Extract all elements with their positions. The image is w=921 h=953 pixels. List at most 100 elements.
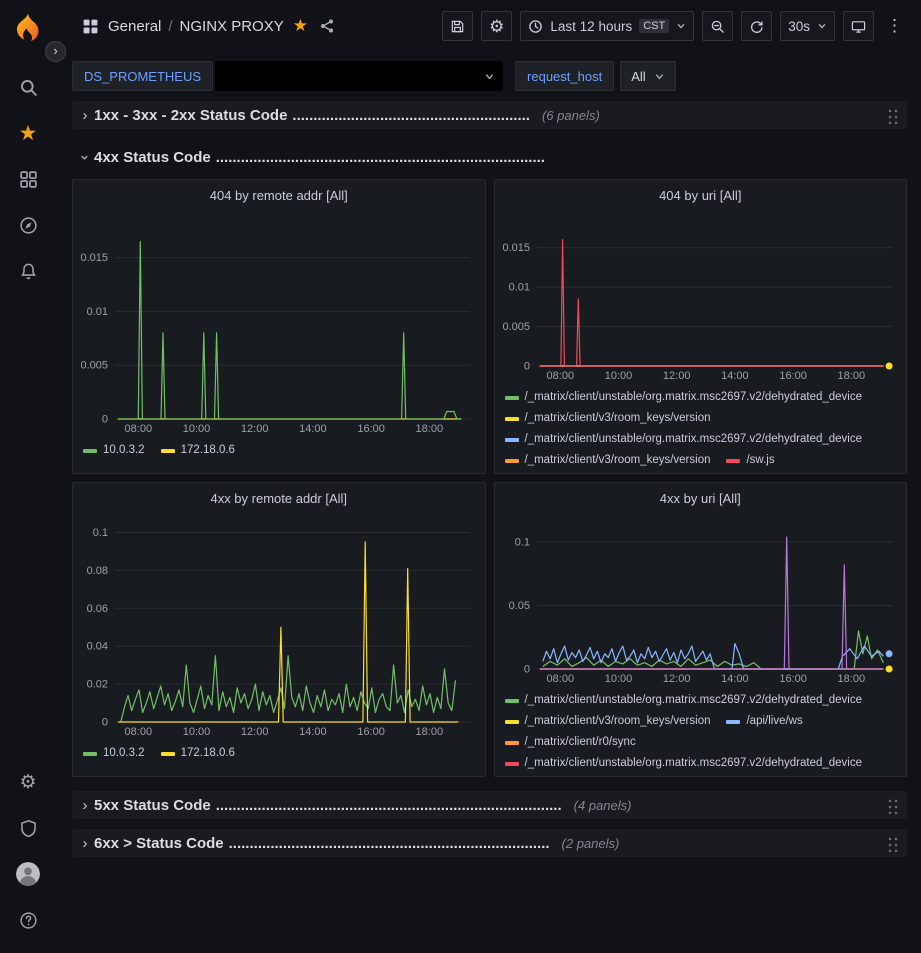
- panel-title[interactable]: 4xx by remote addr [All]: [81, 483, 477, 513]
- server-admin-shield-icon[interactable]: [8, 808, 48, 848]
- favorite-star-icon[interactable]: ★: [293, 16, 308, 36]
- svg-text:0.01: 0.01: [87, 306, 108, 318]
- request-host-variable-label[interactable]: request_host: [515, 61, 614, 91]
- row-panel-count: (4 panels): [574, 798, 632, 813]
- dashboards-icon[interactable]: [8, 159, 48, 199]
- legend-label: /_matrix/client/unstable/org.matrix.msc2…: [525, 432, 863, 447]
- panel-title[interactable]: 404 by uri [All]: [503, 180, 899, 210]
- legend-item[interactable]: /api/live/ws: [726, 714, 802, 729]
- zoom-out-icon: [710, 19, 725, 34]
- drag-handle-icon[interactable]: [886, 835, 899, 852]
- svg-text:16:00: 16:00: [779, 370, 807, 382]
- timeseries-chart[interactable]: 00.020.040.060.080.108:0010:0012:0014:00…: [81, 513, 476, 738]
- legend-item[interactable]: 172.18.0.6: [161, 443, 235, 458]
- request-host-variable-value: All: [631, 69, 645, 84]
- svg-text:14:00: 14:00: [299, 726, 327, 738]
- legend-item[interactable]: /_matrix/client/unstable/org.matrix.msc2…: [505, 390, 863, 405]
- svg-text:08:00: 08:00: [546, 673, 574, 685]
- legend-item[interactable]: 10.0.3.2: [83, 746, 145, 761]
- legend-swatch: [505, 699, 519, 703]
- dashboard-row-5xx[interactable]: › 5xx Status Code ......................…: [72, 791, 907, 819]
- chevron-down-icon: [484, 71, 495, 82]
- dashboard-header: General / NGINX PROXY ★ ⚙ Last 12 hours …: [56, 0, 921, 52]
- legend-label: /sw.js: [746, 453, 774, 468]
- refresh-interval-label: 30s: [788, 19, 810, 34]
- panel-4xx-by-uri: 4xx by uri [All] 00.050.108:0010:0012:00…: [494, 482, 908, 777]
- time-range-picker-button[interactable]: Last 12 hours CST: [520, 11, 694, 41]
- sidebar-expand-chevron-icon[interactable]: ›: [45, 41, 66, 62]
- svg-text:0.05: 0.05: [508, 600, 529, 612]
- drag-handle-icon[interactable]: [886, 797, 899, 814]
- svg-text:14:00: 14:00: [299, 423, 327, 435]
- dashboard-row-4xx[interactable]: › 4xx Status Code ......................…: [72, 143, 907, 171]
- legend-swatch: [161, 449, 175, 453]
- legend-item[interactable]: 172.18.0.6: [161, 746, 235, 761]
- dashboard-canvas: › 1xx - 3xx - 2xx Status Code ..........…: [56, 101, 921, 857]
- legend-swatch: [83, 449, 97, 453]
- svg-text:14:00: 14:00: [721, 673, 749, 685]
- gear-icon: ⚙: [489, 18, 504, 35]
- breadcrumb-dashboard-title[interactable]: NGINX PROXY: [180, 18, 284, 35]
- timeseries-chart[interactable]: 00.0050.010.01508:0010:0012:0014:0016:00…: [81, 210, 476, 435]
- search-icon[interactable]: [8, 67, 48, 107]
- legend-item[interactable]: /_matrix/client/unstable/org.matrix.msc2…: [505, 756, 863, 771]
- datasource-variable-label[interactable]: DS_PROMETHEUS: [72, 61, 213, 91]
- panel-title[interactable]: 404 by remote addr [All]: [81, 180, 477, 210]
- svg-text:12:00: 12:00: [662, 673, 690, 685]
- panel-legend: /_matrix/client/unstable/org.matrix.msc2…: [503, 685, 899, 774]
- dashboard-row-1xx-3xx-2xx[interactable]: › 1xx - 3xx - 2xx Status Code ..........…: [72, 101, 907, 129]
- legend-item[interactable]: /_matrix/client/r0/sync: [505, 735, 636, 750]
- panel-title[interactable]: 4xx by uri [All]: [503, 483, 899, 513]
- legend-item[interactable]: /_matrix/client/v3/room_keys/version: [505, 714, 711, 729]
- svg-text:08:00: 08:00: [125, 726, 153, 738]
- row-panel-count: (6 panels): [542, 108, 600, 123]
- zoom-out-button[interactable]: [702, 11, 733, 41]
- row-dots: ........................................…: [216, 149, 545, 166]
- dashboard-settings-button[interactable]: ⚙: [481, 11, 512, 41]
- breadcrumb: General / NGINX PROXY: [108, 18, 284, 35]
- svg-text:0.04: 0.04: [87, 641, 108, 653]
- svg-text:0.005: 0.005: [503, 321, 530, 333]
- panel-404-by-remote-addr: 404 by remote addr [All] 00.0050.010.015…: [72, 179, 486, 474]
- svg-text:0.005: 0.005: [81, 360, 108, 372]
- explore-compass-icon[interactable]: [8, 205, 48, 245]
- grafana-logo-icon[interactable]: [12, 12, 44, 44]
- share-icon[interactable]: [317, 16, 337, 36]
- legend-label: 172.18.0.6: [181, 443, 235, 458]
- svg-text:10:00: 10:00: [183, 423, 211, 435]
- starred-dashboards-icon[interactable]: ★: [8, 113, 48, 153]
- clock-icon: [528, 19, 543, 34]
- help-icon[interactable]: [8, 900, 48, 940]
- variables-bar: DS_PROMETHEUS request_host All: [56, 52, 921, 93]
- legend-swatch: [505, 762, 519, 766]
- svg-text:16:00: 16:00: [779, 673, 807, 685]
- legend-label: 10.0.3.2: [103, 443, 145, 458]
- save-dashboard-button[interactable]: [442, 11, 473, 41]
- configuration-gear-icon[interactable]: ⚙: [8, 762, 48, 802]
- header-toolbar: ⚙ Last 12 hours CST 30s ⋮: [442, 11, 907, 41]
- legend-item[interactable]: /_matrix/client/v3/room_keys/version: [505, 453, 711, 468]
- legend-item[interactable]: /_matrix/client/unstable/org.matrix.msc2…: [505, 432, 863, 447]
- legend-label: /_matrix/client/unstable/org.matrix.msc2…: [525, 756, 863, 771]
- user-avatar[interactable]: [8, 854, 48, 894]
- legend-item[interactable]: /sw.js: [726, 453, 774, 468]
- legend-label: /_matrix/client/v3/room_keys/version: [525, 453, 711, 468]
- legend-item[interactable]: /_matrix/client/unstable/org.matrix.msc2…: [505, 693, 863, 708]
- datasource-variable-dropdown[interactable]: [215, 61, 503, 91]
- breadcrumb-section[interactable]: General: [108, 18, 161, 35]
- refresh-interval-dropdown[interactable]: 30s: [780, 11, 835, 41]
- kebab-menu-icon[interactable]: ⋮: [882, 16, 907, 36]
- panel-legend: 10.0.3.2 172.18.0.6: [81, 738, 477, 774]
- legend-item[interactable]: /_matrix/client/v3/room_keys/version: [505, 411, 711, 426]
- legend-item[interactable]: 10.0.3.2: [83, 443, 145, 458]
- alerting-bell-icon[interactable]: [8, 251, 48, 291]
- apps-grid-icon[interactable]: [82, 18, 99, 35]
- cycle-view-mode-button[interactable]: [843, 11, 874, 41]
- timeseries-chart[interactable]: 00.050.108:0010:0012:0014:0016:0018:00: [503, 513, 898, 685]
- request-host-variable-dropdown[interactable]: All: [620, 61, 675, 91]
- refresh-button[interactable]: [741, 11, 772, 41]
- drag-handle-icon[interactable]: [886, 107, 899, 124]
- dashboard-row-6xx[interactable]: › 6xx > Status Code ....................…: [72, 829, 907, 857]
- svg-text:08:00: 08:00: [546, 370, 574, 382]
- timeseries-chart[interactable]: 00.0050.010.01508:0010:0012:0014:0016:00…: [503, 210, 898, 382]
